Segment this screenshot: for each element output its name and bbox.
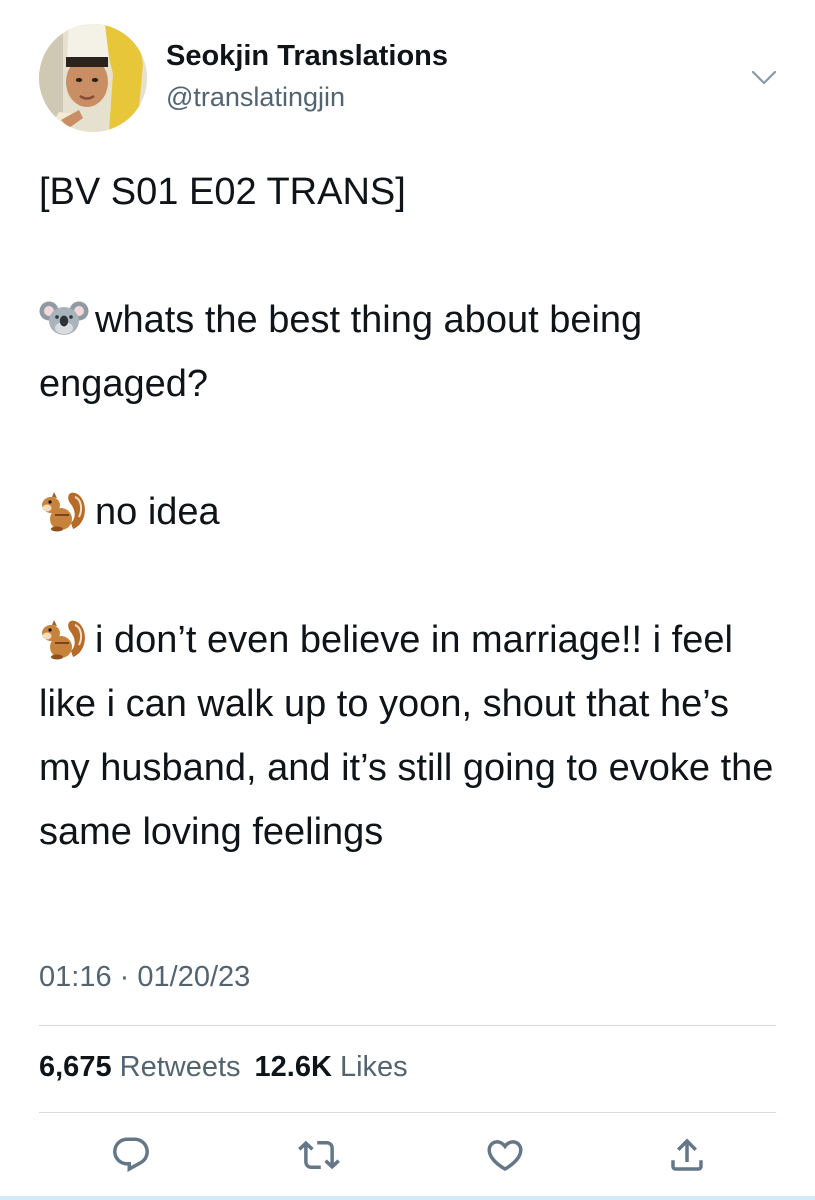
tweet-text: [BV S01 E02 TRANS] whats the best thing … bbox=[39, 160, 779, 864]
timestamp-separator: · bbox=[119, 961, 130, 993]
tweet-line-text: whats the best thing about being engaged… bbox=[39, 299, 643, 405]
likes-stat[interactable]: 12.6K Likes bbox=[255, 1051, 408, 1083]
tweet-time: 01:16 bbox=[39, 961, 112, 993]
tweet-header: [BV S01 E02 TRANS] bbox=[39, 171, 406, 213]
tweet-line-text: i don’t even believe in marriage!! i fee… bbox=[39, 619, 774, 853]
tweet-timestamp[interactable]: 01:16 · 01/20/23 bbox=[39, 961, 250, 994]
likes-count: 12.6K bbox=[254, 1051, 332, 1083]
divider bbox=[39, 1025, 776, 1026]
tweet-line: i don’t even believe in marriage!! i fee… bbox=[39, 608, 779, 864]
divider bbox=[39, 1112, 776, 1113]
handle[interactable]: @translatingjin bbox=[166, 82, 345, 113]
engagement-stats: 6,675 Retweets 12.6K Likes bbox=[39, 1051, 422, 1084]
avatar-image bbox=[39, 24, 147, 132]
share-icon bbox=[671, 1138, 703, 1171]
display-name[interactable]: Seokjin Translations bbox=[166, 40, 448, 73]
tweet-date: 01/20/23 bbox=[137, 961, 251, 993]
reply-button[interactable] bbox=[106, 1130, 156, 1180]
retweet-button[interactable] bbox=[294, 1130, 344, 1180]
bottom-edge-bar bbox=[0, 1196, 815, 1200]
retweets-stat[interactable]: 6,675 Retweets bbox=[39, 1051, 241, 1083]
koala-emoji-icon bbox=[39, 295, 89, 341]
chipmunk-emoji-icon bbox=[39, 487, 89, 533]
share-button[interactable] bbox=[662, 1130, 712, 1180]
tweet-card: Seokjin Translations @translatingjin [BV… bbox=[0, 0, 815, 1200]
like-icon bbox=[487, 1140, 523, 1172]
reply-icon bbox=[113, 1137, 149, 1172]
retweet-icon bbox=[298, 1140, 340, 1170]
chipmunk-emoji-icon bbox=[39, 615, 89, 661]
more-options-chevron-icon[interactable] bbox=[748, 62, 780, 92]
likes-label: Likes bbox=[339, 1051, 408, 1083]
tweet-line-text: no idea bbox=[95, 491, 220, 533]
tweet-line: no idea bbox=[39, 480, 779, 544]
retweets-label: Retweets bbox=[119, 1051, 241, 1083]
like-button[interactable] bbox=[480, 1130, 530, 1180]
retweets-count: 6,675 bbox=[39, 1051, 112, 1083]
avatar[interactable] bbox=[39, 24, 147, 132]
tweet-line: whats the best thing about being engaged… bbox=[39, 288, 779, 416]
